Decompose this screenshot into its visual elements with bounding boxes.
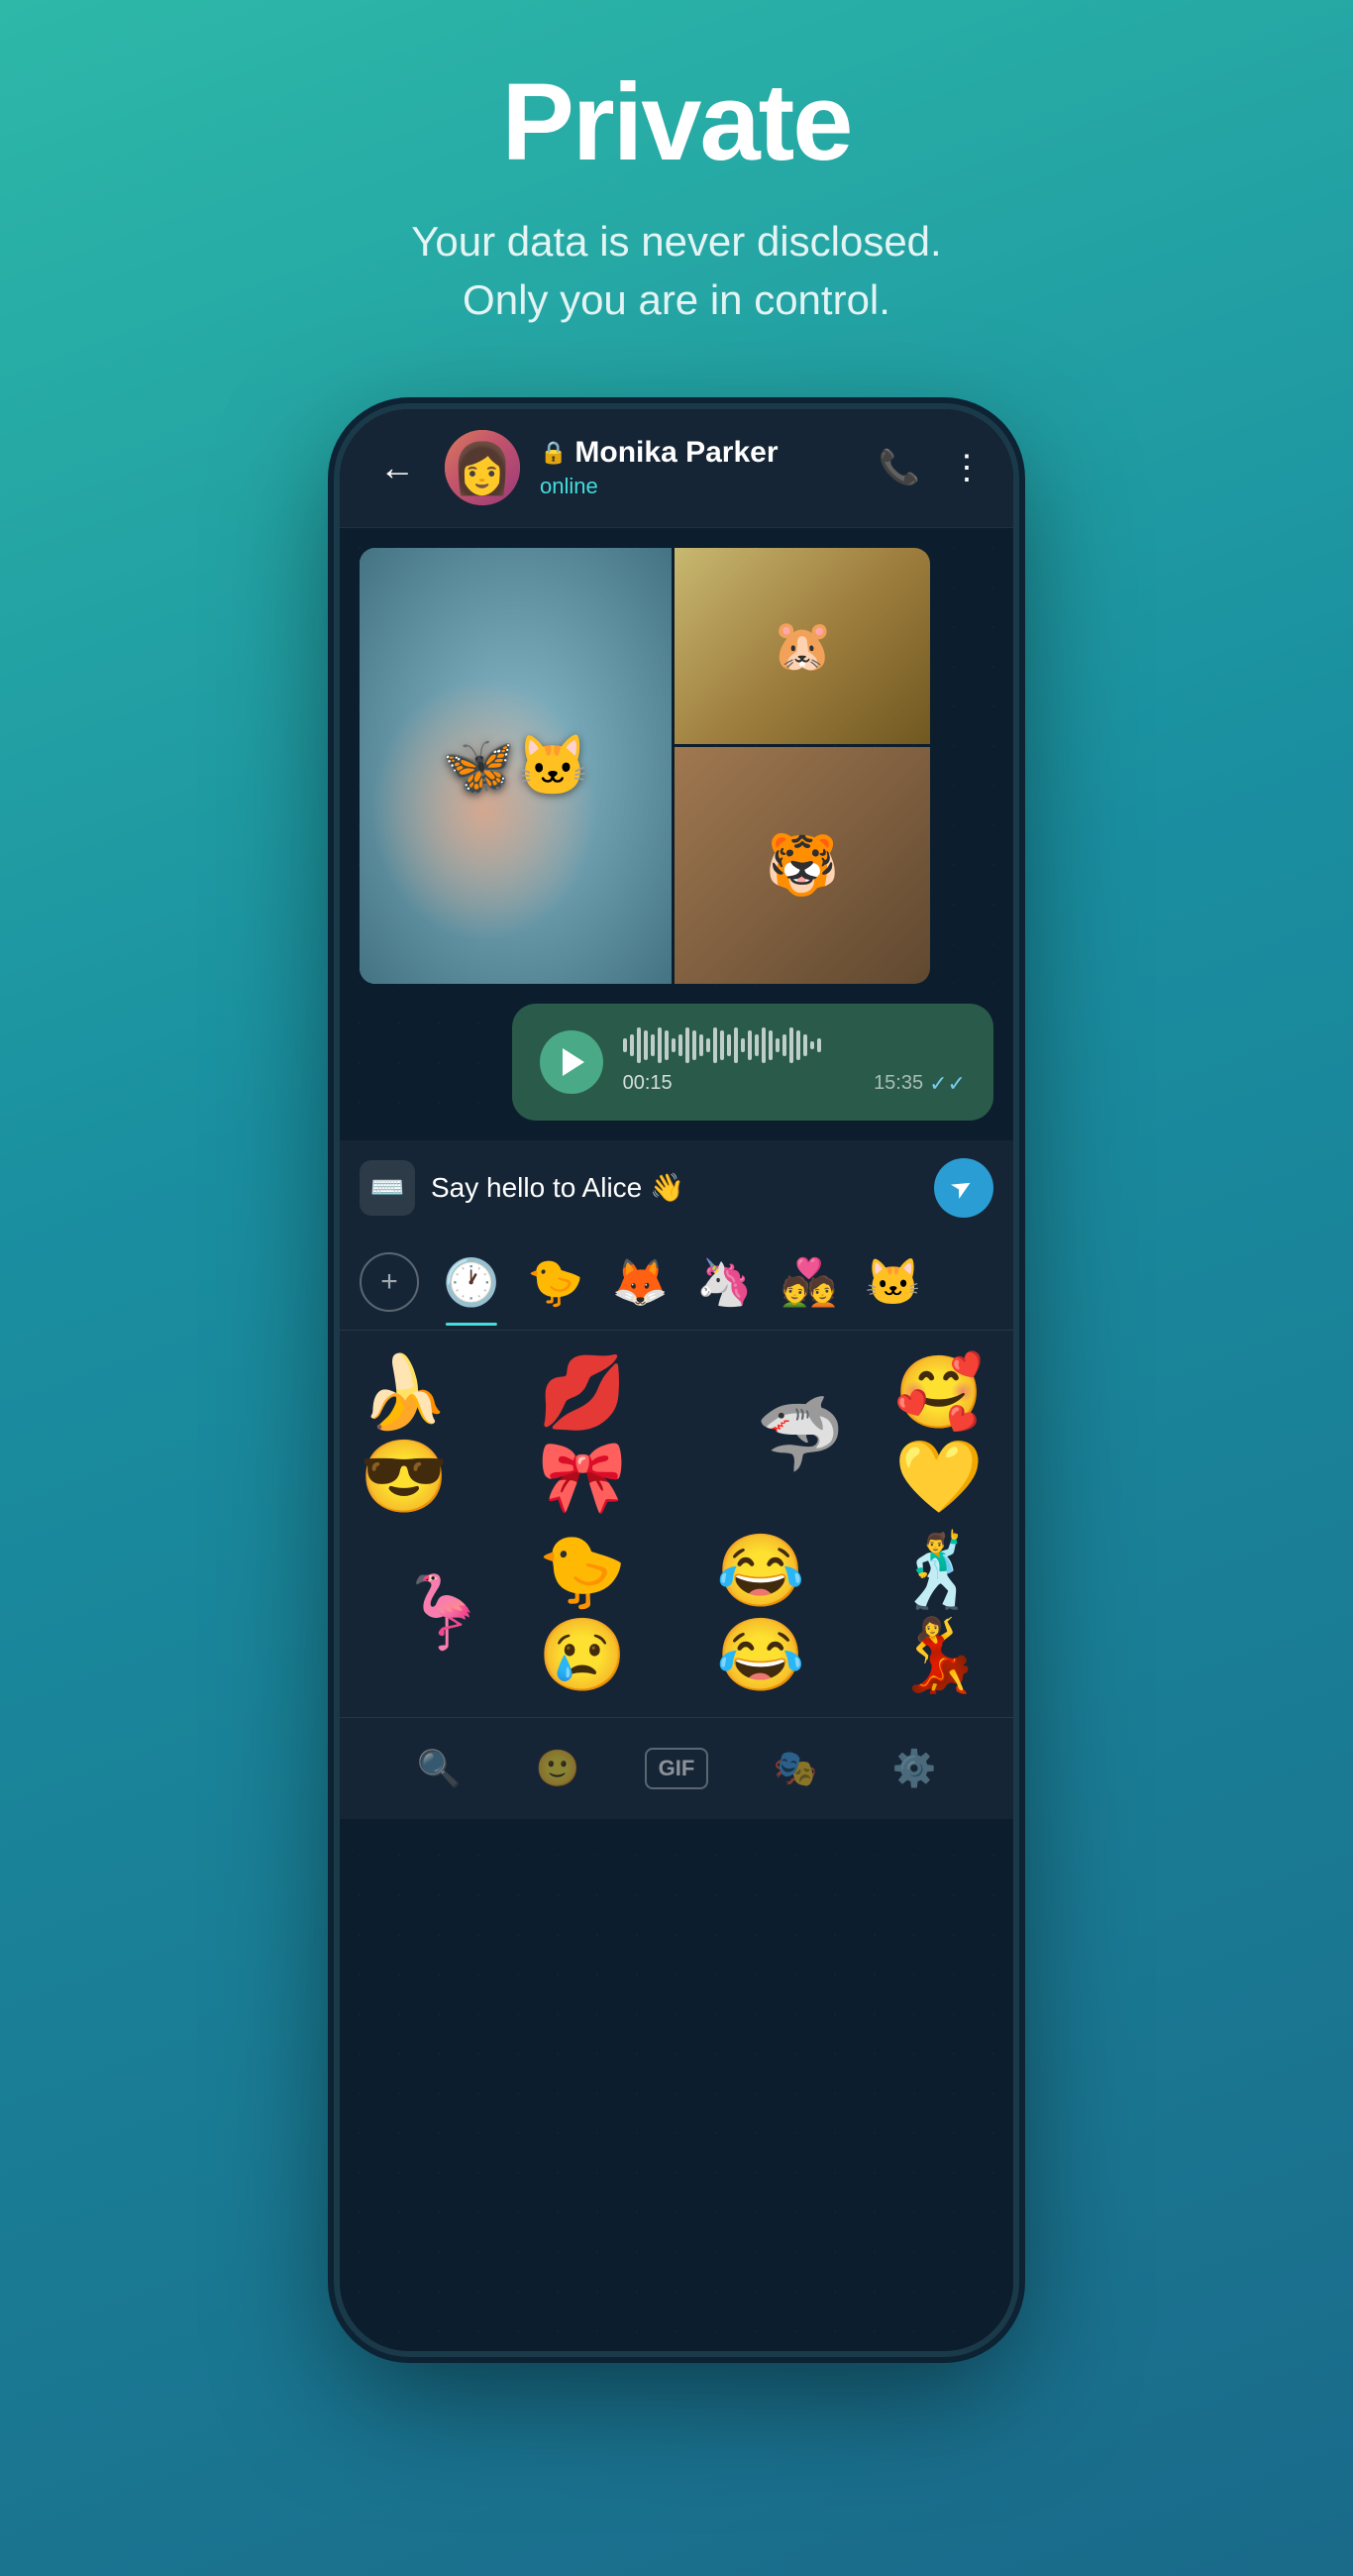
sticker-bottom-bar: 🔍 🙂 GIF 🎭 ⚙️ xyxy=(340,1717,1013,1819)
wave-bar xyxy=(623,1038,627,1052)
phone-screen: ← 🔒 Monika Parker online 📞 ⋮ xyxy=(340,409,1013,2351)
sticker-flamingo[interactable]: 🦩 xyxy=(360,1529,528,1697)
sticker-grid: 🍌😎 💋🎀 🦈 🥰💛 🐆 🦩 🐤😢 😂😂 🕺💃 🦎 xyxy=(340,1331,1013,1717)
voice-timestamp: 15:35 ✓✓ xyxy=(874,1071,966,1097)
wave-bar xyxy=(685,1027,689,1063)
search-icon[interactable]: 🔍 xyxy=(407,1738,471,1799)
sticker-duck-sad[interactable]: 🐤😢 xyxy=(538,1529,706,1697)
wave-bar xyxy=(651,1034,655,1056)
contact-status: online xyxy=(540,474,859,499)
settings-icon[interactable]: ⚙️ xyxy=(883,1738,947,1799)
wave-bar xyxy=(665,1030,669,1060)
keyboard-icon: ⌨️ xyxy=(370,1171,405,1204)
wave-bar xyxy=(630,1034,634,1056)
photo-hamster xyxy=(675,548,930,745)
wave-bar xyxy=(727,1034,731,1056)
wave-bar xyxy=(817,1038,821,1052)
wave-bar xyxy=(803,1034,807,1056)
keyboard-toggle-button[interactable]: ⌨️ xyxy=(360,1160,415,1216)
wave-bar xyxy=(637,1027,641,1063)
wave-bar xyxy=(796,1030,800,1060)
voice-time-row: 00:15 15:35 ✓✓ xyxy=(623,1071,966,1097)
photo-right-column xyxy=(675,548,930,984)
photo-grid-message xyxy=(360,548,930,984)
chat-header: ← 🔒 Monika Parker online 📞 ⋮ xyxy=(340,409,1013,528)
wave-bar xyxy=(789,1027,793,1063)
wave-bar xyxy=(734,1027,738,1063)
sticker-laugh[interactable]: 😂😂 xyxy=(716,1529,885,1697)
double-check-icon: ✓✓ xyxy=(929,1071,966,1097)
phone-frame: ← 🔒 Monika Parker online 📞 ⋮ xyxy=(340,409,1013,2351)
input-area: ⌨️ Say hello to Alice 👋 ➤ xyxy=(340,1140,1013,1235)
voice-duration: 00:15 xyxy=(623,1072,673,1095)
wave-bar xyxy=(706,1038,710,1052)
waveform xyxy=(623,1027,966,1063)
wave-bar xyxy=(741,1038,745,1052)
category-duck[interactable]: 🐤 xyxy=(523,1251,587,1314)
more-options-icon[interactable]: ⋮ xyxy=(950,448,984,487)
sticker-shark[interactable]: 🦈 xyxy=(716,1350,885,1519)
wave-bar xyxy=(810,1041,814,1049)
play-triangle-icon xyxy=(563,1048,584,1076)
wave-bar xyxy=(658,1027,662,1063)
contact-info: 🔒 Monika Parker online xyxy=(540,436,859,499)
wave-bar xyxy=(692,1030,696,1060)
photo-cat xyxy=(360,548,672,984)
send-icon: ➤ xyxy=(945,1169,979,1207)
category-unicorn[interactable]: 🦄 xyxy=(692,1251,757,1314)
gif-button[interactable]: GIF xyxy=(645,1748,709,1789)
wave-bar xyxy=(748,1030,752,1060)
header-icons: 📞 ⋮ xyxy=(879,448,984,487)
voice-message: 00:15 15:35 ✓✓ xyxy=(512,1004,993,1121)
page-title: Private xyxy=(502,59,852,185)
category-recent[interactable]: 🕐 xyxy=(439,1251,503,1314)
sticker-categories: + 🕐 🐤 🦊 🦄 💑 🐱 xyxy=(340,1235,1013,1331)
chat-content: 00:15 15:35 ✓✓ xyxy=(340,528,1013,1121)
wave-bar xyxy=(769,1030,773,1060)
wave-bar xyxy=(776,1038,780,1052)
wave-bar xyxy=(755,1034,759,1056)
category-fox[interactable]: 🦊 xyxy=(608,1251,673,1314)
back-button[interactable]: ← xyxy=(369,437,425,498)
category-cat[interactable]: 🐱 xyxy=(861,1251,925,1314)
voice-info: 00:15 15:35 ✓✓ xyxy=(623,1027,966,1097)
wave-bar xyxy=(720,1030,724,1060)
sticker-banana-beach[interactable]: 🍌😎 xyxy=(360,1350,528,1519)
wave-bar xyxy=(762,1027,766,1063)
wave-bar xyxy=(713,1027,717,1063)
category-love[interactable]: 💑 xyxy=(777,1251,841,1314)
wave-bar xyxy=(782,1034,786,1056)
send-button[interactable]: ➤ xyxy=(934,1158,993,1218)
wave-bar xyxy=(644,1030,648,1060)
page-subtitle: Your data is never disclosed. Only you a… xyxy=(411,213,941,330)
wave-bar xyxy=(678,1034,682,1056)
sticker-icon[interactable]: 🎭 xyxy=(764,1738,828,1799)
wave-bar xyxy=(672,1038,676,1052)
contact-name: 🔒 Monika Parker xyxy=(540,436,859,470)
sticker-love-birds[interactable]: 🥰💛 xyxy=(894,1350,1013,1519)
sticker-dance-couple[interactable]: 🕺💃 xyxy=(894,1529,1013,1697)
avatar xyxy=(445,430,520,505)
add-sticker-button[interactable]: + xyxy=(360,1252,419,1312)
emoji-icon[interactable]: 🙂 xyxy=(526,1738,590,1799)
wave-bar xyxy=(699,1034,703,1056)
sticker-panel: + 🕐 🐤 🦊 🦄 💑 🐱 🍌😎 💋🎀 🦈 🥰💛 🐆 🦩 🐤😢 😂😂 🕺� xyxy=(340,1235,1013,1819)
play-button[interactable] xyxy=(540,1030,603,1094)
photo-tiger xyxy=(675,747,930,983)
sticker-kiss-girl[interactable]: 💋🎀 xyxy=(538,1350,706,1519)
phone-icon[interactable]: 📞 xyxy=(879,448,920,487)
lock-icon: 🔒 xyxy=(540,440,567,466)
message-input[interactable]: Say hello to Alice 👋 xyxy=(431,1171,918,1204)
